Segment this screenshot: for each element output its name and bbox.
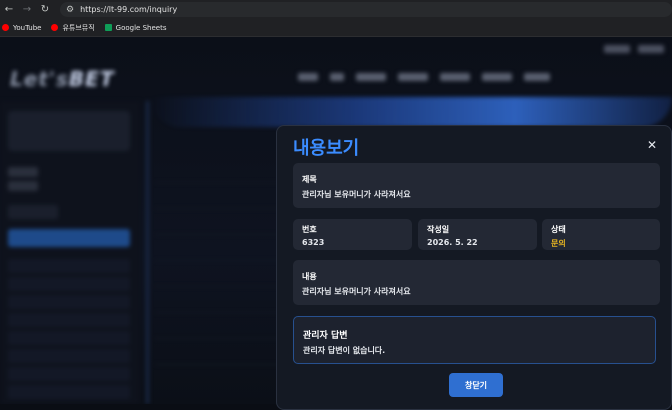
sidebar-item (8, 367, 130, 381)
date-label: 작성일 (427, 225, 450, 234)
sidebar-item (8, 259, 130, 273)
sidebar-item (8, 277, 130, 291)
bookmark-label: 유튜브뮤직 (62, 23, 95, 32)
status-box: 상태 문의 (542, 219, 660, 250)
sidebar-item (8, 349, 130, 363)
bookmark-youtube[interactable]: YouTube (2, 24, 41, 32)
browser-toolbar: ← → ↻ ⚙ https://lt-99.com/inquiry (0, 0, 672, 19)
admin-answer-box: 관리자 답변 관리자 답변이 없습니다. (293, 316, 656, 364)
bookmark-label: YouTube (13, 23, 42, 32)
subject-label: 제목 (302, 175, 317, 184)
site-settings-icon[interactable]: ⚙ (66, 5, 74, 15)
content-box: 내용 관리자님 보유머니가 사라져서요 (293, 260, 660, 305)
reload-icon[interactable]: ↻ (36, 4, 54, 15)
subject-value: 관리자님 보유머니가 사라져서요 (302, 190, 411, 199)
modal-title: 내용보기 (293, 138, 360, 159)
sidebar-item (8, 295, 130, 309)
sidebar (0, 101, 140, 404)
answer-label: 관리자 답변 (303, 331, 348, 341)
header-glow (150, 97, 672, 127)
user-card (8, 111, 130, 151)
sidebar-item (8, 313, 130, 327)
sidebar-item (8, 385, 130, 399)
status-badge: 문의 (551, 239, 566, 248)
number-label: 번호 (302, 225, 317, 234)
subject-box: 제목 관리자님 보유머니가 사라져서요 (293, 163, 660, 208)
bookmark-youtube-music[interactable]: 유튜브뮤직 (51, 23, 95, 33)
status-label: 상태 (551, 225, 566, 234)
site-logo: Let'sBET (10, 67, 115, 91)
sidebar-row (8, 205, 58, 219)
background-table (155, 157, 285, 404)
number-box: 번호 6323 (293, 219, 412, 250)
google-sheets-icon (104, 24, 112, 31)
number-value: 6323 (302, 238, 325, 247)
url-text: https://lt-99.com/inquiry (80, 5, 178, 14)
sidebar-item (8, 331, 130, 345)
bookmarks-bar: YouTube 유튜브뮤직 Google Sheets (0, 19, 672, 37)
sidebar-button (8, 229, 130, 247)
bookmark-google-sheets[interactable]: Google Sheets (104, 23, 167, 32)
answer-value: 관리자 답변이 없습니다. (303, 346, 386, 355)
sidebar-row (8, 167, 38, 177)
back-icon[interactable]: ← (0, 4, 18, 15)
date-box: 작성일 2026. 5. 22 (418, 219, 537, 250)
close-icon[interactable]: ✕ (647, 138, 657, 152)
close-button[interactable]: 창닫기 (449, 373, 503, 397)
content-value: 관리자님 보유머니가 사라져서요 (302, 287, 411, 296)
date-value: 2026. 5. 22 (427, 238, 478, 247)
forward-icon[interactable]: → (18, 4, 36, 15)
bookmark-label: Google Sheets (115, 23, 167, 32)
top-links (604, 45, 664, 53)
content-label: 내용 (302, 272, 317, 281)
address-bar[interactable]: ⚙ https://lt-99.com/inquiry (60, 2, 672, 17)
sidebar-row (8, 181, 38, 191)
inquiry-detail-modal: 내용보기 ✕ 제목 관리자님 보유머니가 사라져서요 번호 6323 작성일 2… (276, 125, 672, 410)
divider (146, 101, 149, 404)
youtube-icon (2, 24, 9, 31)
main-nav (298, 73, 550, 81)
youtube-music-icon (51, 24, 59, 31)
